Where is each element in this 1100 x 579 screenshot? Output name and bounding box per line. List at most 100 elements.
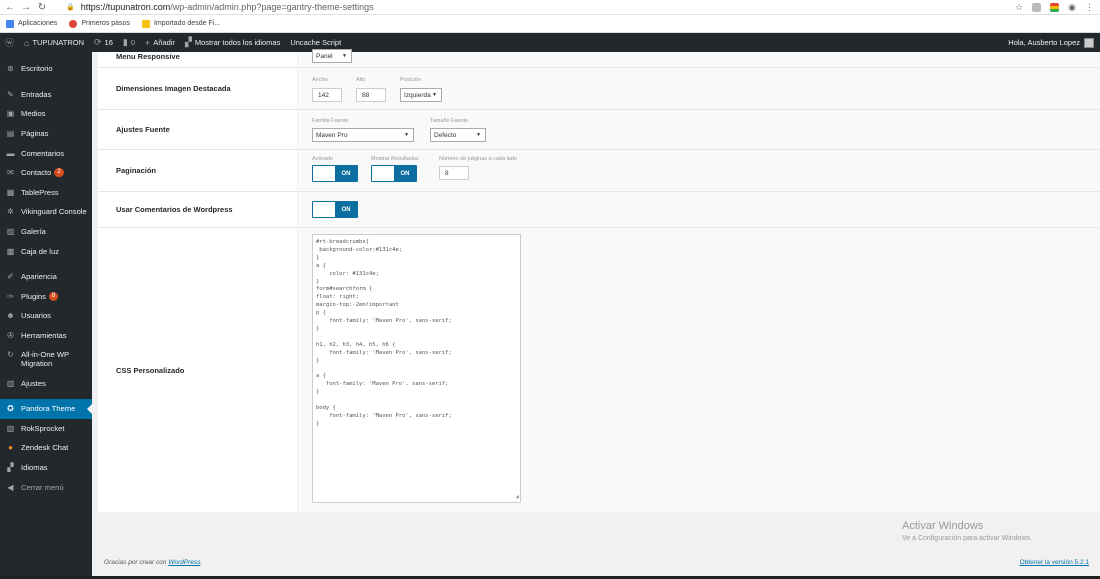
browser-address-bar: ← → ↻ 🔒 https://tupunatron.com/wp-admin/… xyxy=(0,0,1100,15)
setting-row-font: Ajustes Fuente Familia Fuente Maven Pro ▼… xyxy=(98,110,1100,150)
resize-handle-icon[interactable]: ◢ xyxy=(515,493,519,501)
plus-icon: + xyxy=(145,37,151,48)
lightbox-icon: ▩ xyxy=(6,246,15,256)
bookmark-imported[interactable]: Importado desde Fi... xyxy=(141,19,220,28)
chevron-down-icon: ▼ xyxy=(432,92,437,98)
comment-icon: ▮ xyxy=(122,37,128,47)
sidebar-item-herramientas[interactable]: ✇ Herramientas xyxy=(0,326,92,346)
admin-bar-site[interactable]: ⌂ TUPUNATRON xyxy=(19,33,89,52)
comments-icon: ▬ xyxy=(6,148,15,158)
sidebar-item-galeria[interactable]: ▨ Galería xyxy=(0,222,92,242)
home-icon: ⌂ xyxy=(24,37,30,48)
sidebar-item-roksprocket[interactable]: ▧ RokSprocket xyxy=(0,419,92,439)
chat-icon: ● xyxy=(8,443,13,453)
lock-icon: 🔒 xyxy=(66,4,75,11)
back-arrow-icon[interactable]: ← xyxy=(4,2,16,13)
image-width-input[interactable]: 142 xyxy=(312,88,342,102)
image-height-input[interactable]: 88 xyxy=(356,88,386,102)
sidebar-item-zendesk-chat[interactable]: ● Zendesk Chat xyxy=(0,438,92,458)
sidebar-item-pandora-theme[interactable]: ✪ Pandora Theme xyxy=(0,398,92,419)
translate-icon: ▞ xyxy=(7,462,14,472)
browser-toolbar-right: ☆ ◉ ⋮ xyxy=(1015,0,1094,15)
profile-icon[interactable]: ◉ xyxy=(1068,2,1076,13)
setting-row-image-dimensions: Dimensiones Imagen Destacada Ancho 142 A… xyxy=(98,68,1100,110)
setting-row-pagination: Paginación Activado ON Mostrar Resultado… xyxy=(98,150,1100,192)
sidebar-item-paginas[interactable]: ▤ Páginas xyxy=(0,124,92,144)
notification-badge: 8 xyxy=(48,291,59,301)
wordpress-link[interactable]: WordPress xyxy=(168,559,200,566)
sidebar-item-entradas[interactable]: ✎ Entradas xyxy=(0,85,92,105)
wordpress-logo-icon[interactable]: ⓦ xyxy=(0,33,19,52)
admin-bar-comments[interactable]: ▮ 0 xyxy=(118,33,140,52)
theme-icon: ✪ xyxy=(7,404,14,414)
setting-label: Paginación xyxy=(98,150,298,191)
users-icon: ☻ xyxy=(6,311,15,321)
windows-activation-watermark: Activar Windows Ve a Configuración para … xyxy=(902,520,1032,542)
setting-row-menu-responsive: Menu Responsive Panel ▼ xyxy=(98,49,1100,68)
footer-thanks: Gracias por crear con WordPress. xyxy=(104,559,203,566)
sidebar-item-idiomas[interactable]: ▞ Idiomas xyxy=(0,458,92,478)
star-icon[interactable]: ☆ xyxy=(1015,2,1023,13)
folder-icon xyxy=(141,19,150,28)
sidebar-item-plugins[interactable]: ✑ Plugins 8 xyxy=(0,287,92,307)
translate-icon: ▞ xyxy=(184,37,192,47)
bookmark-getting-started[interactable]: Primeros pasos xyxy=(69,19,130,28)
pin-icon: ✎ xyxy=(7,89,14,99)
sidebar-item-contacto[interactable]: ✉ Contacto 2 xyxy=(0,163,92,183)
admin-footer: Gracias por crear con WordPress. Obtener… xyxy=(104,559,1089,566)
admin-bar-updates[interactable]: ⟳ 16 xyxy=(89,33,118,52)
chevron-down-icon: ▼ xyxy=(476,132,481,138)
sidebar-item-escritorio[interactable]: ⊛ Escritorio xyxy=(0,59,92,79)
main-content: Menu Responsive Panel ▼ Dimensiones Image… xyxy=(92,49,1100,512)
custom-css-textarea[interactable]: #rt-breadcrumbs{ background-color:#131c4… xyxy=(312,234,521,503)
pagination-pages-input[interactable]: 8 xyxy=(439,166,469,180)
plugin-icon: ✑ xyxy=(7,291,14,301)
media-icon: ▣ xyxy=(6,109,15,119)
roksprocket-icon: ▧ xyxy=(6,423,15,433)
settings-icon: ▥ xyxy=(6,378,15,388)
migration-icon: ↻ xyxy=(7,350,14,360)
notification-badge: 2 xyxy=(54,168,64,178)
sidebar-item-apariencia[interactable]: ✐ Apariencia xyxy=(0,267,92,287)
gear-icon: ✲ xyxy=(7,207,14,217)
sidebar-item-collapse[interactable]: ◀ Cerrar menú xyxy=(0,477,92,497)
sidebar-item-medios[interactable]: ▣ Medios xyxy=(0,104,92,124)
admin-bar-add-new[interactable]: + Añadir xyxy=(140,33,180,52)
gallery-icon: ▨ xyxy=(6,227,15,237)
admin-bar-languages[interactable]: ▞ Mostrar todos los idiomas xyxy=(180,33,285,52)
dashboard-icon: ⊛ xyxy=(7,64,14,74)
pagination-results-toggle[interactable]: ON xyxy=(371,165,417,182)
font-family-select[interactable]: Maven Pro ▼ xyxy=(312,128,414,142)
brush-icon: ✐ xyxy=(7,272,14,282)
wp-comments-toggle[interactable]: ON xyxy=(312,201,358,218)
more-menu-icon[interactable]: ⋮ xyxy=(1085,2,1094,13)
theme-settings-panel: Menu Responsive Panel ▼ Dimensiones Image… xyxy=(98,49,1100,512)
sidebar-item-usuarios[interactable]: ☻ Usuarios xyxy=(0,306,92,326)
sidebar-item-ajustes[interactable]: ▥ Ajustes xyxy=(0,373,92,393)
mail-icon: ✉ xyxy=(7,168,14,178)
table-icon: ▦ xyxy=(6,187,15,197)
updates-icon: ⟳ xyxy=(93,37,102,47)
firefox-icon xyxy=(69,19,78,28)
pages-icon: ▤ xyxy=(6,129,15,139)
collapse-icon: ◀ xyxy=(7,482,14,492)
sidebar-item-tablepress[interactable]: ▦ TablePress xyxy=(0,183,92,203)
font-size-select[interactable]: Defecto ▼ xyxy=(430,128,486,142)
url-field[interactable]: https://tupunatron.com/wp-admin/admin.ph… xyxy=(81,2,374,12)
forward-arrow-icon[interactable]: → xyxy=(20,2,32,13)
sidebar-item-caja-de-luz[interactable]: ▩ Caja de luz xyxy=(0,241,92,261)
pagination-enabled-toggle[interactable]: ON xyxy=(312,165,358,182)
reload-icon[interactable]: ↻ xyxy=(36,2,48,13)
extension-icon[interactable] xyxy=(1032,3,1042,12)
extension-icon[interactable] xyxy=(1050,3,1060,12)
admin-bar-account[interactable]: Hola, Ausberto Lopez xyxy=(1008,33,1094,52)
setting-row-wp-comments: Usar Comentarios de Wordpress ON xyxy=(98,192,1100,228)
image-position-select[interactable]: Izquierda ▼ xyxy=(400,88,442,102)
sidebar-item-all-in-one-migration[interactable]: ↻ All-in-One WP Migration xyxy=(0,345,92,373)
bookmark-apps[interactable]: Aplicaciones xyxy=(6,19,57,28)
responsive-select[interactable]: Panel ▼ xyxy=(312,49,352,63)
update-version-link[interactable]: Obtener la versión 5.2.1 xyxy=(1020,559,1089,566)
sidebar-item-comentarios[interactable]: ▬ Comentarios xyxy=(0,143,92,163)
setting-label: CSS Personalizado xyxy=(98,228,298,512)
sidebar-item-vikinguard[interactable]: ✲ Vikinguard Console xyxy=(0,202,92,222)
